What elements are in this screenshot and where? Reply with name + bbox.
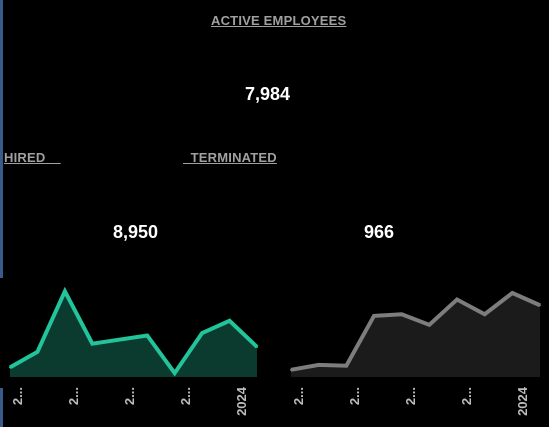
terminated-x-tick-label: 2024 bbox=[515, 386, 530, 416]
hired-x-tick-label: 2... bbox=[178, 387, 193, 405]
terminated-data-point bbox=[290, 368, 292, 371]
active-employees-title[interactable]: ACTIVE EMPLOYEES bbox=[211, 13, 346, 28]
hired-data-point bbox=[9, 366, 11, 369]
terminated-x-tick-label: 2... bbox=[347, 387, 362, 405]
terminated-label[interactable]: TERMINATED bbox=[183, 150, 277, 165]
terminated-x-tick-label: 2... bbox=[291, 387, 306, 405]
hired-x-tick-label: 2024 bbox=[234, 386, 249, 416]
terminated-x-tick-label: 2... bbox=[459, 387, 474, 405]
hired-label[interactable]: HIRED bbox=[4, 150, 61, 165]
terminated-data-point bbox=[456, 298, 458, 301]
terminated-data-point bbox=[317, 363, 320, 366]
hired-data-point bbox=[201, 332, 204, 335]
terminated-data-point bbox=[483, 313, 486, 316]
hired-x-tick-label: 2... bbox=[66, 387, 81, 405]
hired-x-tick-label: 2... bbox=[122, 387, 137, 405]
hired-x-tick-label: 2... bbox=[10, 387, 25, 405]
hired-data-point bbox=[146, 334, 149, 337]
active-employees-value: 7,984 bbox=[245, 84, 291, 104]
terminated-sparkline-chart: 2... 2... 2... 2... 2024 bbox=[290, 290, 541, 416]
hired-data-point bbox=[91, 342, 94, 345]
hired-data-point bbox=[173, 372, 176, 375]
hired-value: 8,950 bbox=[113, 222, 159, 242]
hired-data-point bbox=[63, 290, 66, 293]
hired-data-point bbox=[228, 319, 231, 322]
hired-sparkline-chart: 2... 2... 2... 2... 2024 bbox=[9, 286, 259, 416]
terminated-data-point bbox=[539, 304, 541, 307]
terminated-data-point bbox=[400, 313, 403, 316]
left-edge-accent bbox=[0, 0, 3, 278]
terminated-data-point bbox=[428, 323, 431, 326]
terminated-data-point bbox=[345, 364, 348, 367]
terminated-x-tick-label: 2... bbox=[403, 387, 418, 405]
hired-data-point bbox=[256, 345, 258, 348]
terminated-data-point bbox=[511, 291, 514, 294]
hired-data-point bbox=[36, 350, 39, 353]
hired-data-point bbox=[118, 338, 121, 341]
terminated-value: 966 bbox=[364, 222, 395, 242]
terminated-data-point bbox=[373, 314, 375, 317]
